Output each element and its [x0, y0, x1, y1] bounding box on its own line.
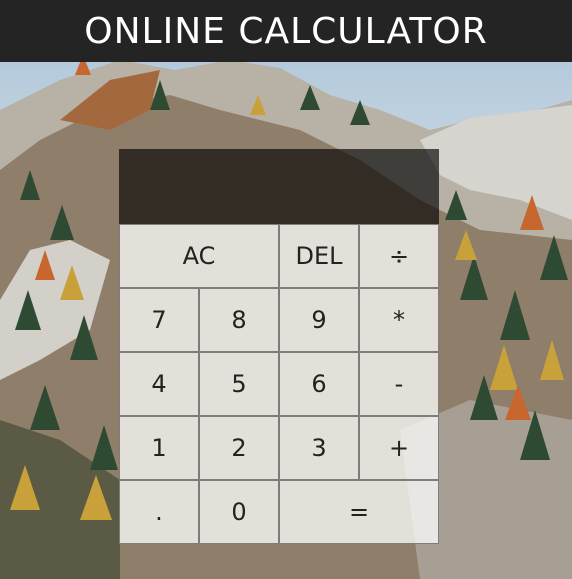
divide-button[interactable]: ÷ [359, 224, 439, 288]
digit-7-button[interactable]: 7 [119, 288, 199, 352]
digit-9-button[interactable]: 9 [279, 288, 359, 352]
digit-5-button[interactable]: 5 [199, 352, 279, 416]
digit-1-button[interactable]: 1 [119, 416, 199, 480]
subtract-button[interactable]: - [359, 352, 439, 416]
page-title: ONLINE CALCULATOR [84, 10, 488, 52]
digit-4-button[interactable]: 4 [119, 352, 199, 416]
calculator: AC DEL ÷ 7 8 9 * 4 5 6 - 1 2 3 + . 0 = [119, 149, 439, 544]
decimal-button[interactable]: . [119, 480, 199, 544]
digit-2-button[interactable]: 2 [199, 416, 279, 480]
digit-6-button[interactable]: 6 [279, 352, 359, 416]
delete-button[interactable]: DEL [279, 224, 359, 288]
add-button[interactable]: + [359, 416, 439, 480]
multiply-button[interactable]: * [359, 288, 439, 352]
equals-button[interactable]: = [279, 480, 439, 544]
digit-8-button[interactable]: 8 [199, 288, 279, 352]
digit-3-button[interactable]: 3 [279, 416, 359, 480]
calculator-display [119, 149, 439, 224]
digit-0-button[interactable]: 0 [199, 480, 279, 544]
calculator-keypad: AC DEL ÷ 7 8 9 * 4 5 6 - 1 2 3 + . 0 = [119, 224, 439, 544]
all-clear-button[interactable]: AC [119, 224, 279, 288]
app-header: ONLINE CALCULATOR [0, 0, 572, 62]
